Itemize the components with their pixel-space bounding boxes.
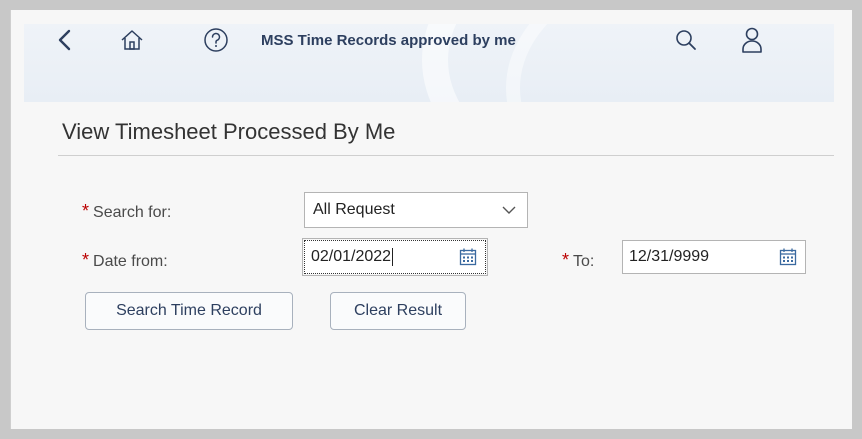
required-marker: * [82, 250, 90, 270]
date-from-value: 02/01/2022 [311, 248, 394, 266]
chevron-down-icon [502, 206, 516, 214]
to-label: * To: [562, 250, 594, 271]
search-for-value: All Request [313, 201, 395, 218]
back-icon [58, 29, 71, 51]
user-icon [742, 27, 762, 53]
to-label-text: To: [573, 253, 595, 270]
date-to-value: 12/31/9999 [629, 248, 710, 265]
required-marker: * [82, 201, 90, 221]
date-from-input[interactable]: 02/01/2022 [302, 238, 488, 276]
required-marker: * [562, 250, 570, 270]
help-button[interactable] [200, 24, 232, 56]
home-icon [121, 30, 143, 50]
search-button[interactable] [672, 24, 700, 56]
page-title: View Timesheet Processed By Me [62, 119, 396, 144]
search-icon [676, 30, 696, 50]
title-divider [58, 155, 834, 156]
search-for-select[interactable]: All Request [304, 192, 528, 228]
help-icon [204, 28, 228, 52]
user-button[interactable] [738, 24, 766, 56]
date-from-label-text: Date from: [93, 253, 168, 270]
calendar-icon[interactable] [779, 248, 797, 266]
search-time-record-button[interactable]: Search Time Record [85, 292, 293, 330]
search-for-label-text: Search for: [93, 204, 172, 221]
home-button[interactable] [118, 24, 146, 56]
app-title: MSS Time Records approved by me [261, 32, 516, 49]
search-for-label: * Search for: [82, 201, 171, 222]
back-button[interactable] [52, 24, 76, 56]
shell-bar-decoration-2 [506, 24, 834, 102]
date-from-label: * Date from: [82, 250, 168, 271]
calendar-icon[interactable] [459, 248, 477, 266]
date-to-input[interactable]: 12/31/9999 [622, 240, 806, 274]
clear-result-button[interactable]: Clear Result [330, 292, 466, 330]
